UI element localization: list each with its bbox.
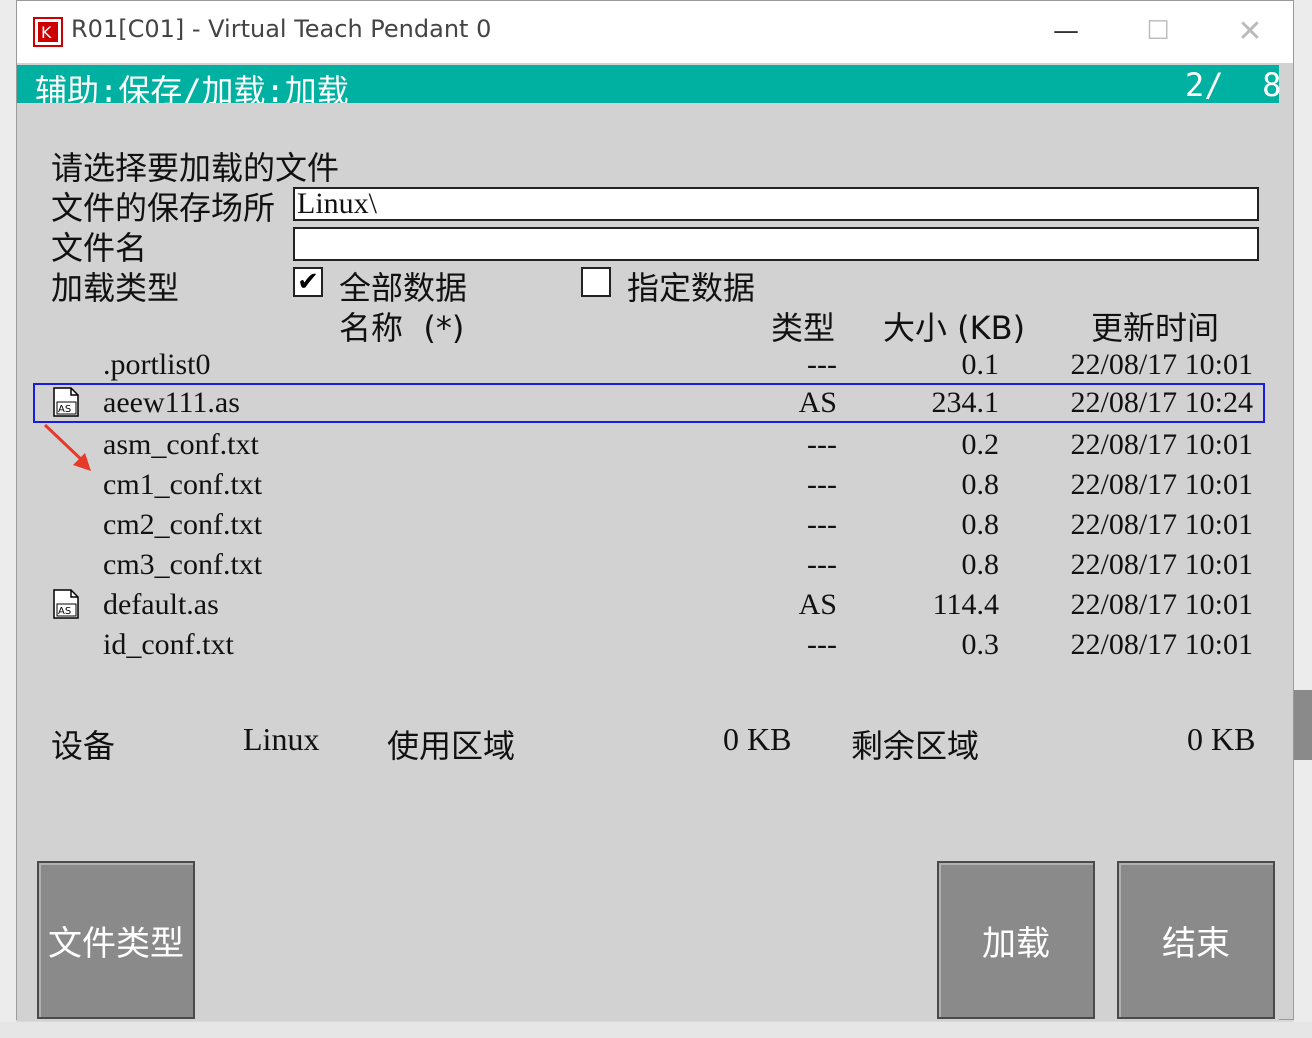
teach-pendant-window: K R01[C01] - Virtual Teach Pendant 0 — ☐… (16, 0, 1294, 1021)
file-type-button[interactable]: 文件类型 (37, 861, 195, 1019)
file-size: 114.4 (932, 588, 999, 621)
desktop-background-left (0, 0, 16, 1038)
file-type: --- (807, 468, 837, 501)
table-row[interactable]: cm3_conf.txt --- 0.8 22/08/17 10:01 (33, 545, 1265, 585)
file-type: --- (807, 548, 837, 581)
file-size: 0.8 (961, 468, 1000, 501)
title-bar[interactable]: K R01[C01] - Virtual Teach Pendant 0 — ☐… (17, 1, 1293, 63)
file-type: AS (798, 588, 837, 621)
load-button[interactable]: 加载 (937, 861, 1095, 1019)
page-indicator: 2/ 8 (1185, 66, 1282, 104)
file-time: 22/08/17 10:01 (1070, 428, 1253, 461)
file-type: --- (807, 628, 837, 661)
file-time: 22/08/17 10:01 (1070, 348, 1253, 381)
file-time: 22/08/17 10:01 (1070, 508, 1253, 541)
device-value: Linux (243, 721, 320, 757)
as-file-icon: AS (53, 589, 79, 619)
file-name: cm1_conf.txt (103, 468, 263, 501)
end-button[interactable]: 结束 (1117, 861, 1275, 1019)
table-row[interactable]: cm1_conf.txt --- 0.8 22/08/17 10:01 (33, 465, 1265, 505)
desktop-background-right-dark (1294, 690, 1312, 760)
column-header-size[interactable]: 大小 (KB) (883, 303, 1025, 349)
free-area-value: 0 KB (1187, 721, 1256, 757)
column-header-name[interactable]: 名称 (*) (339, 303, 464, 349)
table-row[interactable]: id_conf.txt --- 0.3 22/08/17 10:01 (33, 625, 1265, 665)
file-time: 22/08/17 10:01 (1070, 468, 1253, 501)
file-time: 22/08/17 10:24 (1070, 386, 1253, 419)
file-name: cm2_conf.txt (103, 508, 263, 541)
used-area-label: 使用区域 (387, 727, 516, 765)
table-row-selected[interactable]: AS aeew111.as AS 234.1 22/08/17 10:24 (33, 383, 1265, 423)
specified-data-checkbox[interactable] (581, 267, 611, 297)
table-row[interactable]: AS default.as AS 114.4 22/08/17 10:01 (33, 585, 1265, 625)
file-time: 22/08/17 10:01 (1070, 588, 1253, 621)
file-name: cm3_conf.txt (103, 548, 263, 581)
table-row[interactable]: cm2_conf.txt --- 0.8 22/08/17 10:01 (33, 505, 1265, 545)
load-panel: 请选择要加载的文件 文件的保存场所 Linux\ 文件名 加载类型 ✔ 全部数据… (17, 103, 1279, 1021)
table-row[interactable]: .portlist0 --- 0.1 22/08/17 10:01 (33, 345, 1265, 385)
file-type: AS (798, 386, 837, 419)
file-size: 234.1 (931, 386, 1000, 419)
close-button[interactable]: ✕ (1225, 11, 1275, 51)
column-header-time[interactable]: 更新时间 (1091, 303, 1219, 349)
file-size: 0.8 (961, 508, 1000, 541)
file-type: --- (807, 428, 837, 461)
free-area-label: 剩余区域 (851, 727, 980, 765)
file-name: aeew111.as (103, 386, 240, 419)
maximize-button[interactable]: ☐ (1133, 11, 1183, 51)
table-row[interactable]: asm_conf.txt --- 0.2 22/08/17 10:01 (33, 425, 1265, 465)
file-size: 0.8 (961, 548, 1000, 581)
as-file-icon-label: AS (58, 606, 71, 617)
window-title: R01[C01] - Virtual Teach Pendant 0 (71, 15, 492, 43)
file-size: 0.1 (961, 348, 1000, 381)
svg-text:K: K (41, 23, 52, 42)
file-size: 0.2 (961, 428, 1000, 461)
file-type: --- (807, 348, 837, 381)
app-icon: K (33, 17, 63, 47)
all-data-checkbox[interactable]: ✔ (293, 267, 323, 297)
file-type: --- (807, 508, 837, 541)
filename-field[interactable] (293, 227, 1259, 261)
file-name: asm_conf.txt (103, 428, 259, 461)
device-label: 设备 (51, 727, 116, 765)
file-name: default.as (103, 588, 219, 621)
minimize-button[interactable]: — (1041, 11, 1091, 51)
location-field[interactable]: Linux\ (293, 187, 1259, 221)
specified-data-label: 指定数据 (627, 269, 756, 307)
screen-header: 辅助:保存/加载:加载 2/ 8 (17, 65, 1282, 110)
as-file-icon: AS (53, 387, 79, 417)
file-size: 0.3 (961, 628, 1000, 661)
column-header-type[interactable]: 类型 (771, 303, 835, 349)
desktop-background-bottom (0, 1022, 1312, 1038)
file-time: 22/08/17 10:01 (1070, 548, 1253, 581)
file-name: id_conf.txt (103, 628, 234, 661)
as-file-icon-label: AS (58, 404, 71, 415)
file-time: 22/08/17 10:01 (1070, 628, 1253, 661)
file-name: .portlist0 (103, 348, 211, 381)
used-area-value: 0 KB (723, 721, 792, 757)
desktop-background-right (1294, 0, 1312, 1038)
load-type-label: 加载类型 (51, 269, 180, 307)
